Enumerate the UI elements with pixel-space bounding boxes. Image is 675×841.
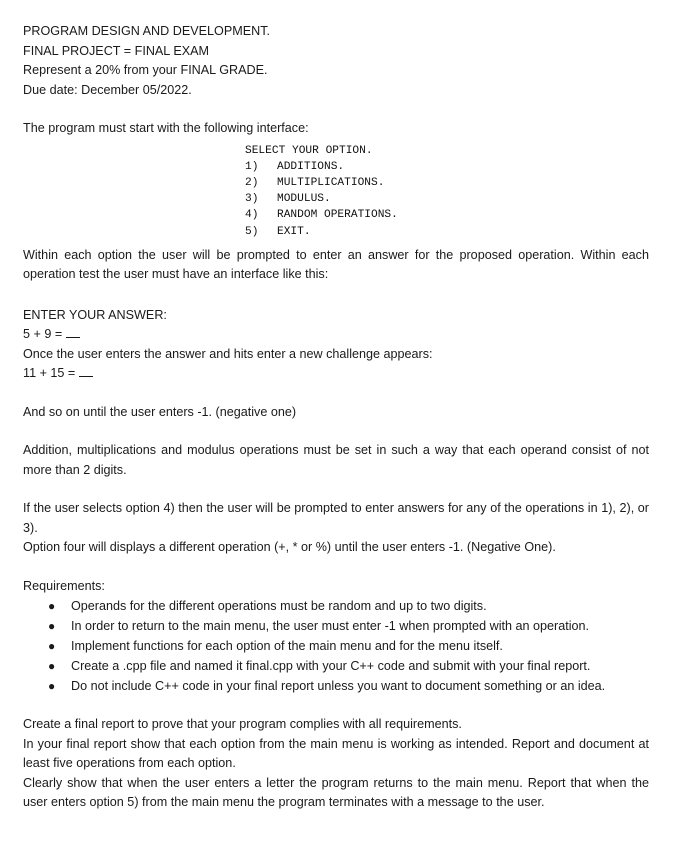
operands-text: Addition, multiplications and modulus op… <box>23 443 649 477</box>
menu-option-label: MULTIPLICATIONS. <box>277 176 385 189</box>
course-title: PROGRAM DESIGN AND DEVELOPMENT. <box>23 24 271 38</box>
menu-option-number: 1) <box>245 160 259 173</box>
menu-title: SELECT YOUR OPTION. <box>245 144 373 157</box>
menu-option: 1) ADDITIONS. <box>245 159 649 175</box>
menu-option-label: MODULUS. <box>277 193 331 206</box>
menu-option-label: ADDITIONS. <box>277 160 345 173</box>
grade-weight: Represent a 20% from your FINAL GRADE. <box>23 63 268 77</box>
requirements-list: ● Operands for the different operations m… <box>23 596 649 696</box>
menu-option: 5) EXIT. <box>245 224 649 240</box>
menu-option: 4) RANDOM OPERATIONS. <box>245 207 649 223</box>
example-operation-text: 5 + 9 = <box>23 327 63 342</box>
list-item-text: In order to return to the main menu, the… <box>71 619 590 634</box>
bullet-icon: ● <box>48 659 56 674</box>
menu-interface: SELECT YOUR OPTION. 1) ADDITIONS. 2) MULTI… <box>245 143 649 240</box>
example-operation-2: 11 + 15 = <box>23 364 649 384</box>
list-item: ● Do not include C++ code in your final r… <box>48 676 649 696</box>
list-item-text: Implement functions for each option of t… <box>71 639 503 654</box>
menu-option-number: 5) <box>245 225 259 238</box>
list-item: ● Create a .cpp file and named it final.c… <box>48 656 649 676</box>
answer-blank <box>79 375 94 378</box>
menu-option: 3) MODULUS. <box>245 191 649 207</box>
project-title: FINAL PROJECT = FINAL EXAM <box>23 43 210 58</box>
example-operation-text: 11 + 15 = <box>23 366 76 381</box>
list-item-text: Create a .cpp file and named it final.cp… <box>71 659 591 674</box>
menu-option: 2) MULTIPLICATIONS. <box>245 175 649 191</box>
bullet-icon: ● <box>48 619 56 634</box>
menu-option-number: 3) <box>245 193 259 206</box>
report-text-3: Clearly show that when the user enters a… <box>23 775 649 810</box>
list-item-text: Do not include C++ code in your final re… <box>71 679 606 694</box>
bullet-icon: ● <box>48 639 56 654</box>
within-option-text: Within each option the user will be prom… <box>23 247 649 282</box>
until-text: And so on until the user enters -1. (neg… <box>23 404 297 419</box>
after-enter-text: Once the user enters the answer and hits… <box>23 346 433 361</box>
list-item: ● Implement functions for each option of … <box>48 636 649 656</box>
intro-text: The program must start with the followin… <box>23 121 309 135</box>
list-item: ● In order to return to the main menu, th… <box>48 616 649 636</box>
list-item: ● Operands for the different operations m… <box>48 596 649 616</box>
menu-option-label: EXIT. <box>277 225 311 238</box>
option4-text-2: Option four will displays a different op… <box>23 540 556 555</box>
menu-option-number: 2) <box>245 176 259 189</box>
menu-option-number: 4) <box>245 209 259 222</box>
report-text-2: In your final report show that each opti… <box>23 736 649 771</box>
example-operation-1: 5 + 9 = <box>23 325 649 345</box>
requirements-title: Requirements: <box>23 578 105 593</box>
bullet-icon: ● <box>48 599 56 614</box>
enter-answer-prompt: ENTER YOUR ANSWER: <box>23 307 167 322</box>
report-text-1: Create a final report to prove that your… <box>23 717 462 732</box>
list-item-text: Operands for the different operations mu… <box>71 599 487 614</box>
bullet-icon: ● <box>48 679 56 694</box>
due-date: Due date: December 05/2022. <box>23 82 192 97</box>
document-page: PROGRAM DESIGN AND DEVELOPMENT. FINAL PR… <box>23 22 649 813</box>
option4-text: If the user selects option 4) then the u… <box>23 501 649 535</box>
answer-blank <box>66 336 81 339</box>
menu-option-label: RANDOM OPERATIONS. <box>277 209 398 222</box>
